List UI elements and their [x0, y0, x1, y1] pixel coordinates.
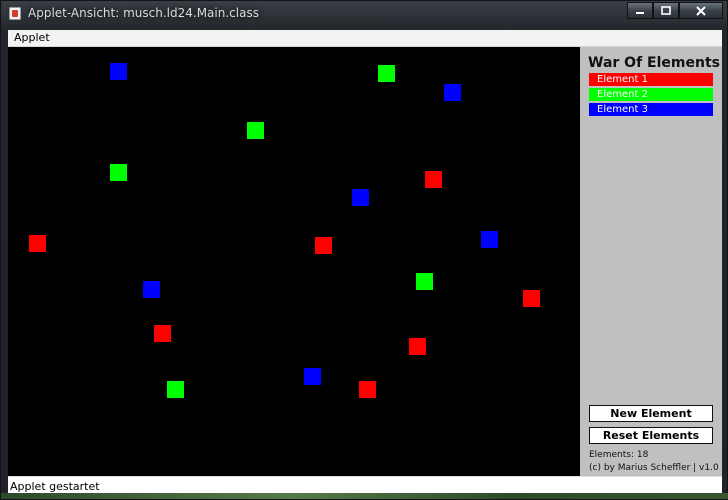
element-3-square [110, 63, 127, 80]
element-2-square [167, 381, 184, 398]
game-canvas[interactable] [8, 47, 580, 476]
element-2-square [247, 122, 264, 139]
element-3-square [304, 368, 321, 385]
minimize-button[interactable] [627, 2, 653, 19]
legend-element-2: Element 2 [589, 88, 713, 101]
window-controls [627, 2, 723, 19]
element-1-square [523, 290, 540, 307]
element-3-square [444, 84, 461, 101]
window-title: Applet-Ansicht: musch.ld24.Main.class [28, 6, 259, 20]
element-1-square [359, 381, 376, 398]
title-bar[interactable]: Applet-Ansicht: musch.ld24.Main.class [1, 1, 728, 27]
element-3-square [481, 231, 498, 248]
applet-client-area: Applet War Of Elements Element 1 Element… [8, 30, 722, 496]
legend-element-1: Element 1 [589, 73, 713, 86]
menu-applet[interactable]: Applet [14, 31, 50, 44]
side-panel: War Of Elements Element 1 Element 2 Elem… [580, 47, 722, 476]
close-button[interactable] [679, 2, 723, 19]
status-text: Applet gestartet [10, 480, 100, 493]
element-2-square [416, 273, 433, 290]
game-title: War Of Elements [588, 55, 720, 71]
element-1-square [315, 237, 332, 254]
element-2-square [378, 65, 395, 82]
maximize-button[interactable] [653, 2, 679, 19]
maximize-icon [661, 6, 671, 15]
new-element-button[interactable]: New Element [589, 405, 713, 422]
legend-element-3: Element 3 [589, 103, 713, 116]
element-2-square [110, 164, 127, 181]
element-1-square [154, 325, 171, 342]
credits-text: (c) by Marius Scheffler | v1.0 [589, 463, 719, 473]
element-3-square [352, 189, 369, 206]
minimize-icon [636, 12, 644, 14]
elements-count: Elements: 18 [589, 450, 649, 460]
applet-viewer-window: Applet-Ansicht: musch.ld24.Main.class Ap… [0, 0, 728, 500]
element-1-square [409, 338, 426, 355]
reset-elements-button[interactable]: Reset Elements [589, 427, 713, 444]
menu-bar: Applet [8, 30, 722, 47]
close-icon [696, 6, 706, 16]
desktop-background-strip [1, 493, 728, 499]
element-1-square [29, 235, 46, 252]
element-3-square [143, 281, 160, 298]
element-1-square [425, 171, 442, 188]
java-icon [9, 7, 21, 20]
